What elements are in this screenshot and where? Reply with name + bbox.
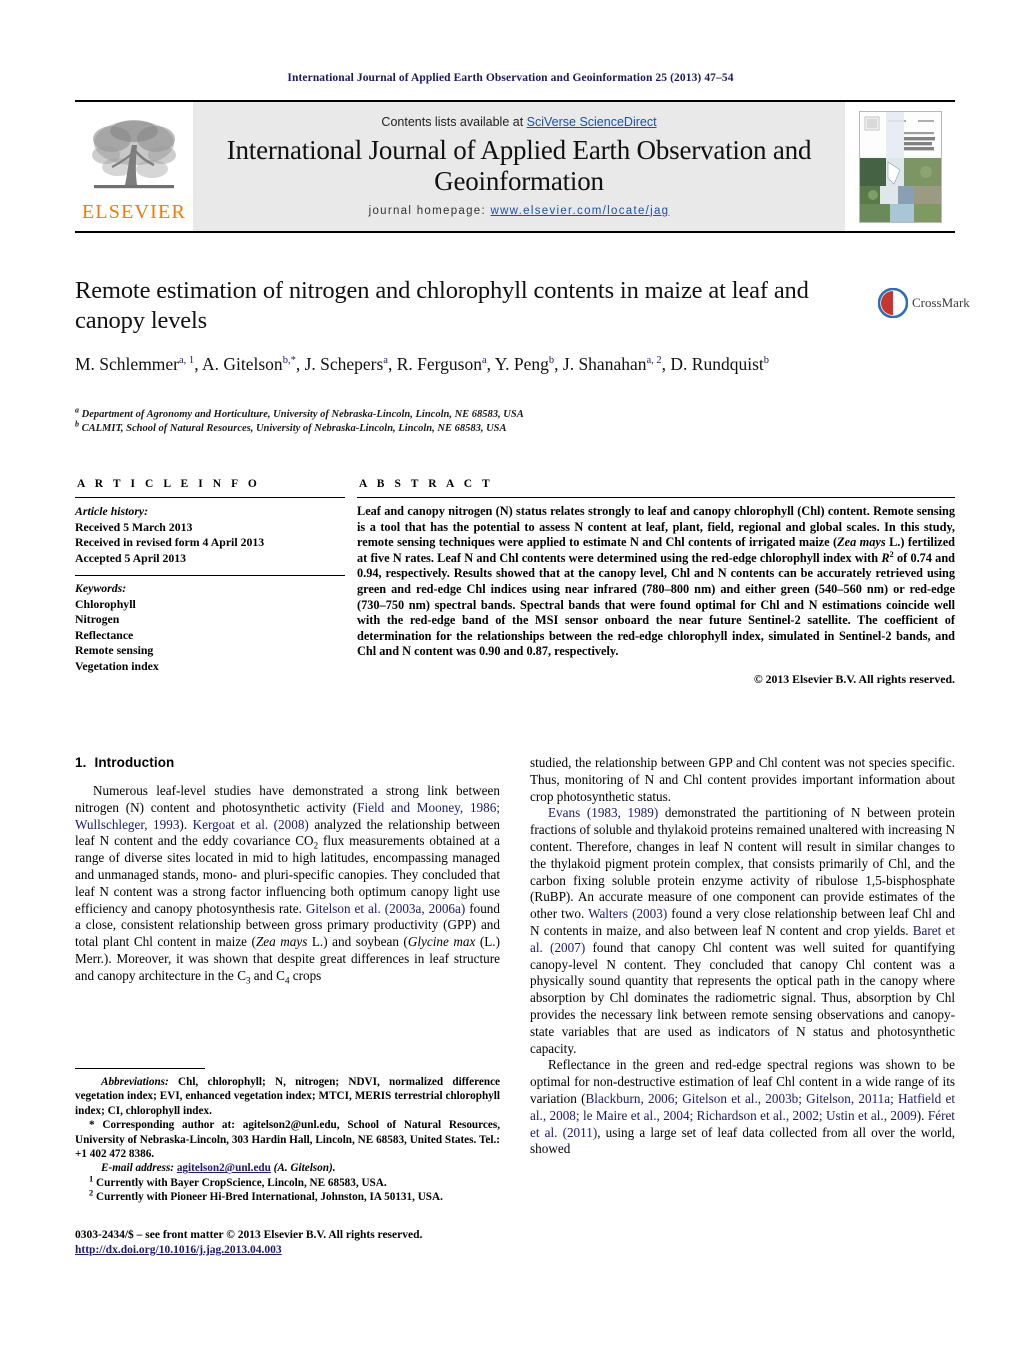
- journal-cover-thumbnail: [858, 110, 942, 223]
- divider: [357, 497, 955, 498]
- section-number: 1.: [75, 755, 87, 770]
- keyword-item: Vegetation index: [75, 658, 159, 673]
- article-info-heading: A R T I C L E I N F O: [77, 478, 261, 490]
- article-history-label: Article history:: [75, 504, 149, 518]
- author-item: J. Schepersa: [304, 354, 388, 374]
- divider: [75, 497, 345, 498]
- keyword-item: Reflectance: [75, 627, 134, 642]
- author-item: D. Rundquistb: [670, 354, 770, 374]
- issn-copyright-line: 0303-2434/$ – see front matter © 2013 El…: [75, 1229, 423, 1241]
- footnote-block: Abbreviations: Chl, chlorophyll; N, nitr…: [75, 1068, 500, 1205]
- elsevier-tree-icon: [88, 115, 180, 201]
- section-label: Introduction: [94, 755, 175, 770]
- abstract-text: Leaf and canopy nitrogen (N) status rela…: [357, 504, 955, 659]
- keyword-item: Remote sensing: [75, 643, 154, 657]
- running-head: International Journal of Applied Earth O…: [287, 72, 734, 84]
- email-label: E-mail address:: [101, 1162, 175, 1175]
- author-item: R. Fergusona: [396, 354, 487, 374]
- keyword-item: Nitrogen: [75, 612, 120, 626]
- info-abstract-region: A R T I C L E I N F O Article history: R…: [75, 478, 955, 687]
- publisher-logo: ELSEVIER: [75, 102, 193, 231]
- paragraph: Reflectance in the green and red-edge sp…: [530, 1057, 955, 1157]
- affiliation-list: a Department of Agronomy and Horticultur…: [75, 405, 875, 435]
- column-gap: [500, 755, 530, 1275]
- keywords-label: Keywords:: [75, 581, 127, 595]
- homepage-prefix: journal homepage:: [368, 204, 491, 217]
- section-heading-introduction: 1. Introduction: [75, 755, 500, 770]
- journal-homepage-line: journal homepage: www.elsevier.com/locat…: [369, 205, 670, 217]
- keyword-item: Chlorophyll: [75, 596, 136, 611]
- contents-prefix: Contents lists available at: [381, 114, 527, 129]
- history-item: Accepted 5 April 2013: [75, 550, 187, 565]
- banner-center: Contents lists available at SciVerse Sci…: [193, 102, 845, 231]
- citation[interactable]: Blackburn, 2006; Gitelson et al., 2003b;…: [530, 1091, 955, 1123]
- author-item: J. Shanahana, 2: [562, 354, 662, 374]
- citation[interactable]: Walters (2003): [588, 906, 667, 921]
- footnote-note-2: 2 Currently with Pioneer Hi-Bred Interna…: [89, 1187, 443, 1204]
- citation[interactable]: Evans (1983, 1989): [548, 805, 658, 820]
- body-column-right: studied, the relationship between GPP an…: [530, 755, 955, 1275]
- crossmark-badge[interactable]: CrossMark: [877, 282, 970, 324]
- abbreviations-label: Abbreviations:: [101, 1076, 169, 1088]
- article-info-column: A R T I C L E I N F O Article history: R…: [75, 478, 345, 687]
- history-item: Received 5 March 2013: [75, 519, 193, 534]
- divider: [75, 575, 345, 576]
- affiliation-item: a Department of Agronomy and Horticultur…: [75, 405, 524, 420]
- imprint-block: 0303-2434/$ – see front matter © 2013 El…: [75, 1228, 545, 1258]
- footnote-corresponding-author: * Corresponding author at: agitelson2@un…: [75, 1119, 500, 1161]
- paragraph: studied, the relationship between GPP an…: [530, 755, 955, 804]
- doi-link[interactable]: http://dx.doi.org/10.1016/j.jag.2013.04.…: [75, 1244, 282, 1256]
- journal-banner: ELSEVIER Contents lists available at Sci…: [75, 100, 955, 233]
- footnote-note-1: 1 Currently with Bayer CropScience, Linc…: [89, 1173, 387, 1189]
- journal-title: International Journal of Applied Earth O…: [226, 134, 812, 196]
- abstract-column: A B S T R A C T Leaf and canopy nitrogen…: [357, 478, 955, 687]
- page-title: Remote estimation of nitrogen and chloro…: [75, 277, 809, 334]
- paragraph: Evans (1983, 1989) demonstrated the part…: [530, 805, 955, 1056]
- title-block: Remote estimation of nitrogen and chloro…: [75, 276, 865, 336]
- author-list: M. Schlemmera, 1, A. Gitelsonb,*, J. Sch…: [75, 354, 770, 374]
- footnote-rule: [75, 1068, 205, 1069]
- paragraph: Numerous leaf-level studies have demonst…: [75, 783, 500, 986]
- citation[interactable]: Gitelson et al. (2003a, 2006a): [306, 901, 465, 916]
- elsevier-wordmark: ELSEVIER: [81, 201, 187, 223]
- abstract-heading: A B S T R A C T: [359, 478, 494, 490]
- citation[interactable]: Kergoat et al. (2008): [193, 817, 309, 832]
- affiliation-item: b CALMIT, School of Natural Resources, U…: [75, 419, 507, 434]
- keywords-block: Keywords: Chlorophyll Nitrogen Reflectan…: [75, 581, 345, 674]
- sciencedirect-link[interactable]: SciVerse ScienceDirect: [527, 115, 657, 129]
- email-link[interactable]: agitelson2@unl.edu: [177, 1162, 271, 1174]
- crossmark-label: CrossMark: [912, 295, 970, 310]
- article-history: Article history: Received 5 March 2013 R…: [75, 504, 345, 566]
- journal-homepage-link[interactable]: www.elsevier.com/locate/jag: [490, 205, 669, 217]
- author-item: M. Schlemmera, 1: [75, 354, 195, 374]
- history-item: Received in revised form 4 April 2013: [75, 535, 265, 549]
- author-item: Y. Pengb: [494, 354, 555, 374]
- banner-right: [845, 102, 955, 231]
- contents-available-line: Contents lists available at SciVerse Sci…: [381, 115, 656, 129]
- author-item: A. Gitelsonb,*: [201, 354, 296, 374]
- crossmark-shield-icon: [877, 287, 909, 319]
- paper-page: International Journal of Applied Earth O…: [0, 0, 1021, 1351]
- abstract-copyright: © 2013 Elsevier B.V. All rights reserved…: [753, 671, 955, 686]
- footnote-abbreviations: Abbreviations: Chl, chlorophyll; N, nitr…: [75, 1076, 500, 1117]
- footnote-email: E-mail address: agitelson2@unl.edu (A. G…: [101, 1162, 336, 1175]
